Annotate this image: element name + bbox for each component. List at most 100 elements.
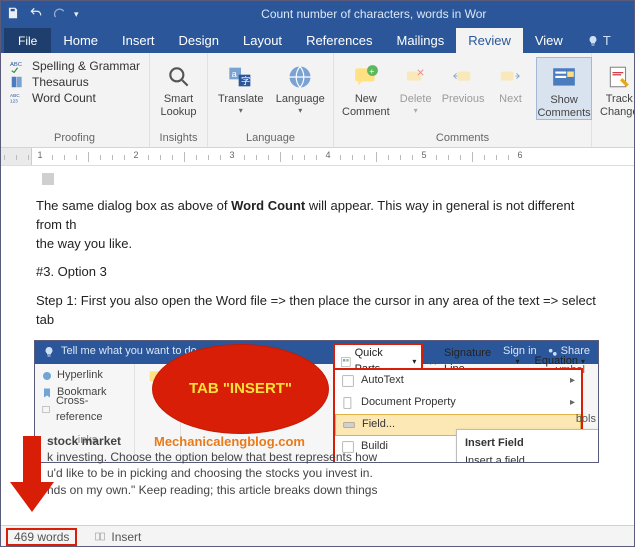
autotext-icon bbox=[341, 374, 355, 388]
new-comment-icon: + bbox=[350, 61, 382, 93]
new-comment-button[interactable]: + New Comment bbox=[342, 57, 390, 118]
undo-icon[interactable] bbox=[28, 6, 44, 23]
link-icon bbox=[41, 370, 53, 382]
tab-home[interactable]: Home bbox=[51, 28, 110, 53]
cross-reference-button[interactable]: Cross-reference bbox=[41, 402, 128, 419]
book-icon bbox=[93, 531, 107, 543]
smart-lookup-button[interactable]: Smart Lookup bbox=[158, 57, 199, 118]
spelling-icon: ABC bbox=[8, 59, 26, 73]
signature-icon bbox=[429, 356, 441, 368]
tab-mailings[interactable]: Mailings bbox=[385, 28, 457, 53]
previous-comment-button[interactable]: Previous bbox=[442, 57, 485, 106]
thesaurus-button[interactable]: Thesaurus bbox=[8, 75, 140, 89]
status-bar: 469 words Insert bbox=[0, 525, 635, 547]
group-proofing: ABC Spelling & Grammar Thesaurus ABC123 … bbox=[0, 53, 150, 147]
svg-text:ABC: ABC bbox=[10, 62, 22, 68]
ruler-number: 2 bbox=[133, 150, 138, 160]
svg-text:ABC: ABC bbox=[10, 93, 20, 98]
group-proofing-label: Proofing bbox=[54, 132, 95, 144]
track-changes-label: Track Change bbox=[600, 93, 635, 118]
symbols-partial: bols bbox=[576, 412, 596, 428]
hyperlink-button[interactable]: Hyperlink bbox=[41, 368, 128, 385]
doc-property-icon bbox=[341, 396, 355, 410]
new-comment-label: New Comment bbox=[342, 93, 390, 118]
next-comment-button[interactable]: Next bbox=[494, 57, 526, 106]
translate-button[interactable]: a字 Translate ▾ bbox=[216, 57, 266, 115]
group-language: a字 Translate ▾ Language ▾ Language bbox=[208, 53, 334, 147]
smart-lookup-icon bbox=[163, 61, 195, 93]
field-icon bbox=[342, 418, 356, 432]
tab-insert[interactable]: Insert bbox=[110, 28, 167, 53]
tab-design[interactable]: Design bbox=[167, 28, 231, 53]
chevron-down-icon: ▾ bbox=[414, 106, 418, 115]
group-insights-label: Insights bbox=[160, 132, 198, 144]
paragraph-mark-icon bbox=[42, 173, 54, 185]
thesaurus-label: Thesaurus bbox=[32, 75, 89, 89]
ruler-number: 6 bbox=[517, 150, 522, 160]
track-changes-button[interactable]: Track Change bbox=[600, 57, 635, 118]
callout-arrow bbox=[10, 436, 52, 516]
cross-ref-icon bbox=[41, 404, 52, 416]
language-icon bbox=[284, 61, 316, 93]
show-comments-button[interactable]: Show Comments bbox=[536, 57, 591, 120]
doc-paragraph: The same dialog box as above of Word Cou… bbox=[36, 197, 599, 254]
tab-references[interactable]: References bbox=[294, 28, 384, 53]
word-count-label: Word Count bbox=[32, 91, 96, 105]
window-title: Count number of characters, words in Wor bbox=[79, 7, 629, 21]
svg-text:+: + bbox=[369, 66, 374, 76]
delete-comment-button[interactable]: Delete ▾ bbox=[400, 57, 432, 115]
group-tracking: Track Change bbox=[592, 53, 634, 147]
previous-icon bbox=[447, 61, 479, 93]
tab-layout[interactable]: Layout bbox=[231, 28, 294, 53]
delete-comment-icon bbox=[400, 61, 432, 93]
delete-label: Delete bbox=[400, 93, 432, 106]
bookmark-icon bbox=[41, 387, 53, 399]
ruler-number: 4 bbox=[325, 150, 330, 160]
tab-view[interactable]: View bbox=[523, 28, 575, 53]
status-insert-mode[interactable]: Insert bbox=[93, 530, 141, 544]
show-comments-icon bbox=[548, 62, 580, 94]
language-button[interactable]: Language ▾ bbox=[276, 57, 326, 115]
tab-review[interactable]: Review bbox=[456, 28, 523, 53]
redo-icon[interactable] bbox=[52, 6, 66, 23]
doc-text-under: stock market k investing. Choose the opt… bbox=[47, 433, 625, 498]
quick-access-toolbar: ▾ bbox=[6, 6, 79, 23]
save-icon[interactable] bbox=[6, 6, 20, 23]
group-comments-label: Comments bbox=[436, 132, 489, 144]
word-count-button[interactable]: ABC123 Word Count bbox=[8, 91, 140, 105]
language-label: Language bbox=[276, 93, 325, 106]
next-label: Next bbox=[499, 93, 522, 106]
ruler-number: 1 bbox=[37, 150, 42, 160]
word-count-icon: ABC123 bbox=[8, 91, 26, 105]
tab-file[interactable]: File bbox=[4, 28, 51, 53]
show-comments-label: Show Comments bbox=[537, 94, 590, 119]
translate-icon: a字 bbox=[225, 61, 257, 93]
quick-parts-icon bbox=[340, 356, 352, 368]
qat-customize-icon[interactable]: ▾ bbox=[74, 9, 79, 20]
ribbon-tabs: File Home Insert Design Layout Reference… bbox=[0, 28, 635, 53]
track-changes-icon bbox=[603, 61, 635, 93]
ruler[interactable]: 123456 bbox=[0, 148, 635, 166]
svg-text:字: 字 bbox=[241, 75, 250, 86]
svg-text:123: 123 bbox=[10, 99, 18, 104]
spelling-grammar-button[interactable]: ABC Spelling & Grammar bbox=[8, 59, 140, 73]
ruler-number: 3 bbox=[229, 150, 234, 160]
chevron-down-icon: ▾ bbox=[298, 106, 302, 115]
next-icon bbox=[494, 61, 526, 93]
document-body[interactable]: The same dialog box as above of Word Cou… bbox=[0, 166, 635, 473]
spelling-label: Spelling & Grammar bbox=[32, 59, 140, 73]
doc-paragraph: Step 1: First you also open the Word fil… bbox=[36, 292, 599, 330]
titlebar: ▾ Count number of characters, words in W… bbox=[0, 0, 635, 28]
svg-text:a: a bbox=[231, 69, 237, 79]
group-comments: + New Comment Delete ▾ Previous Next Sho… bbox=[334, 53, 592, 147]
group-insights: Smart Lookup Insights bbox=[150, 53, 208, 147]
translate-label: Translate bbox=[218, 93, 263, 106]
tell-me[interactable]: T bbox=[575, 28, 623, 53]
group-language-label: Language bbox=[246, 132, 295, 144]
status-word-count[interactable]: 469 words bbox=[6, 528, 77, 546]
callout-oval: TAB "INSERT" bbox=[152, 344, 329, 434]
menu-autotext[interactable]: AutoText▸ bbox=[335, 370, 581, 392]
menu-document-property[interactable]: Document Property▸ bbox=[335, 392, 581, 414]
lightbulb-icon bbox=[43, 346, 55, 358]
chevron-down-icon: ▾ bbox=[239, 106, 243, 115]
